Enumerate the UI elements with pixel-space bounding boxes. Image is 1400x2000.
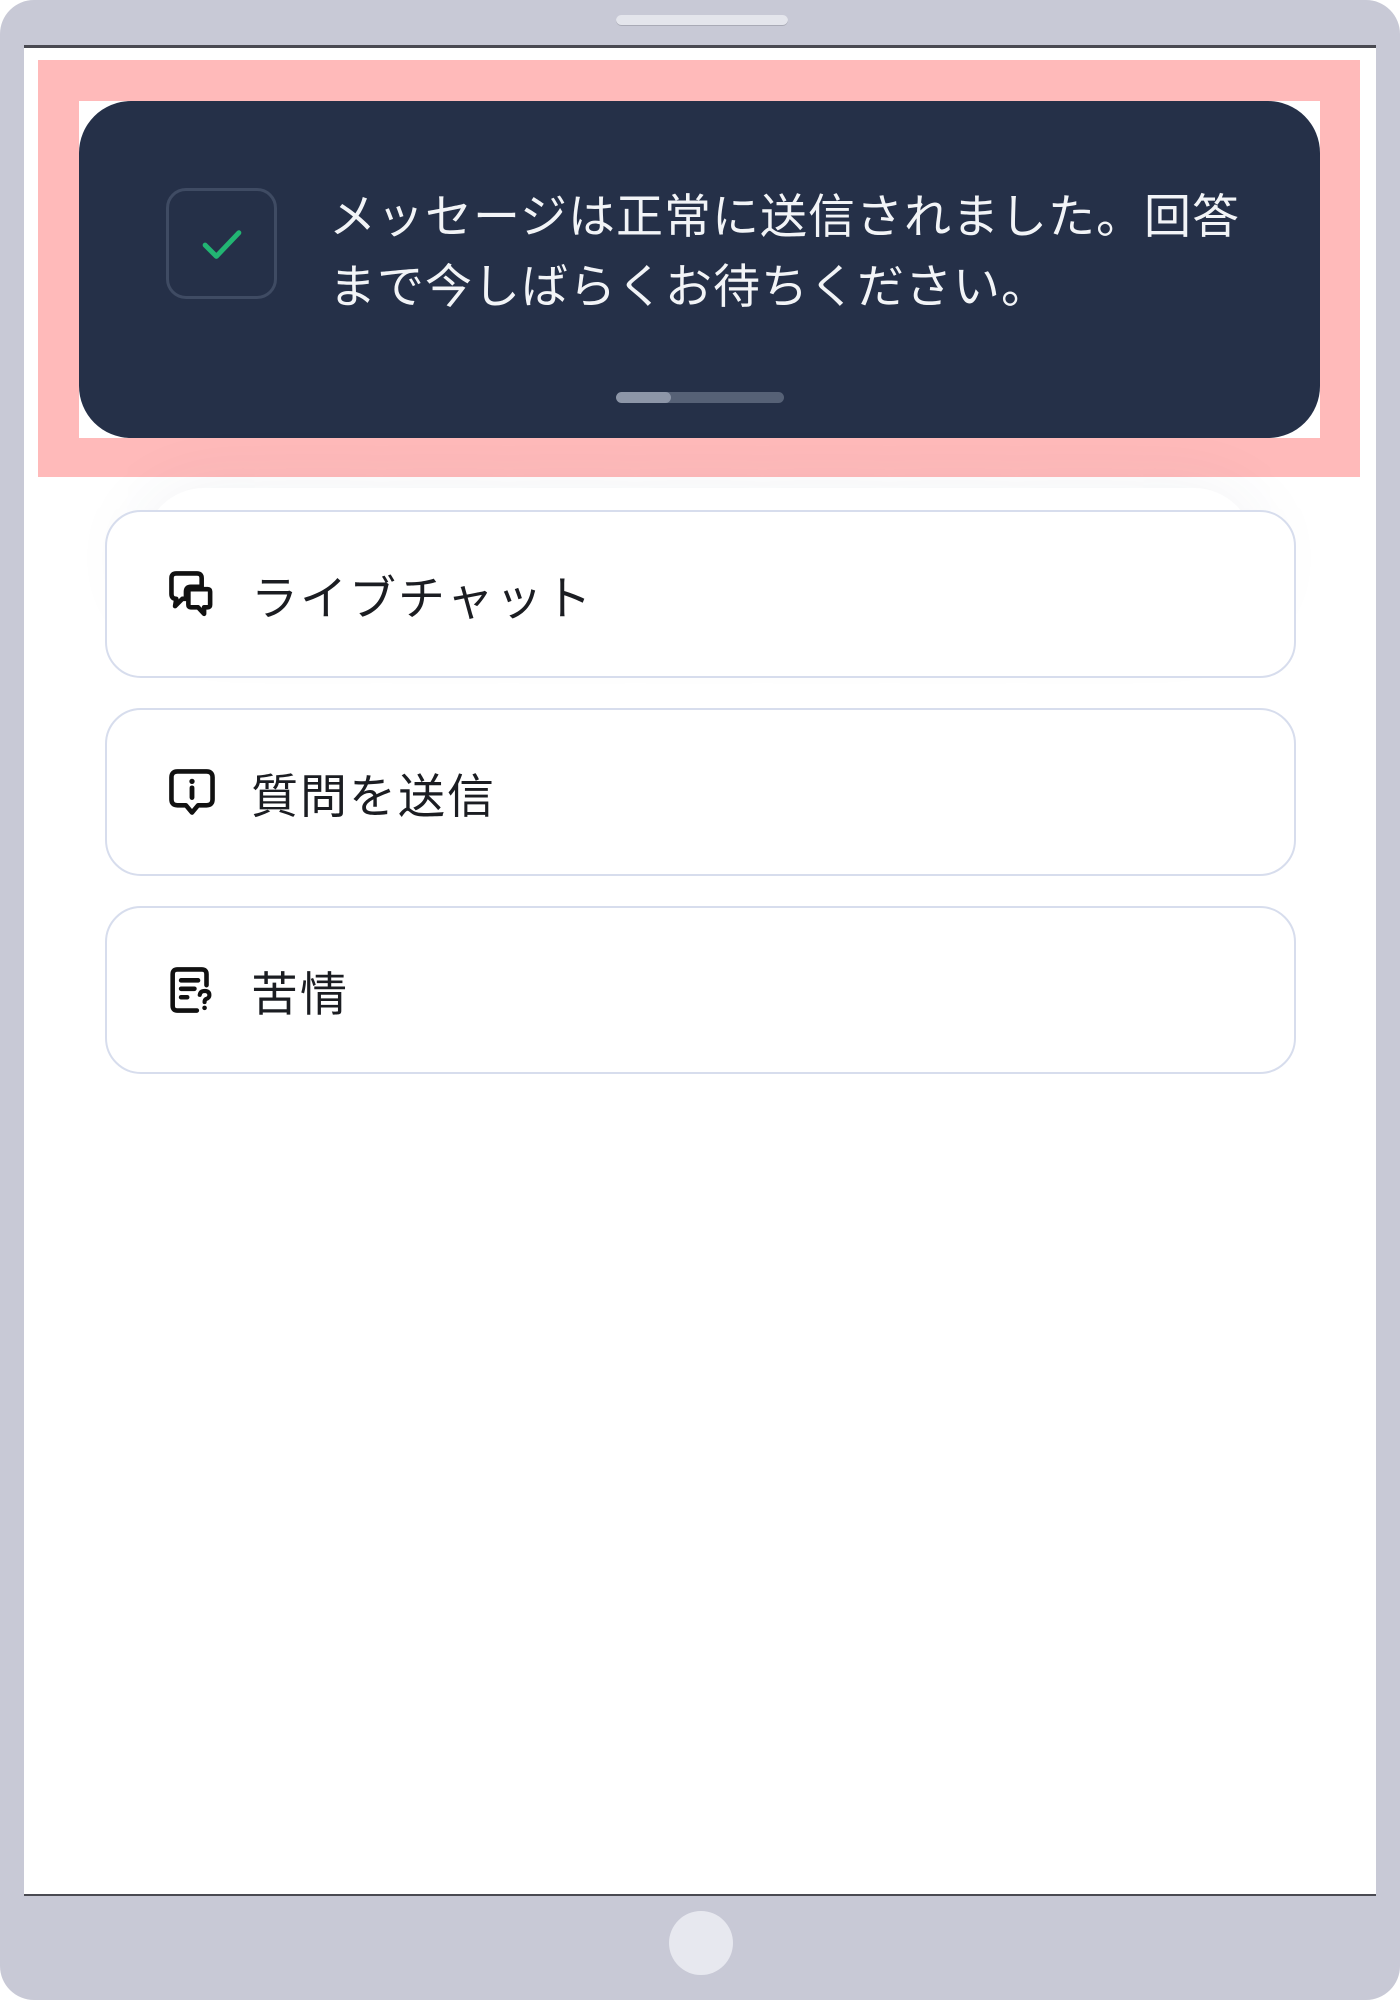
toast-highlight: メッセージは正常に送信されました。回答まで今しばらくお待ちください。 <box>38 60 1360 477</box>
toast-status-icon-box <box>166 188 277 299</box>
info-bubble-icon <box>163 763 221 821</box>
document-question-icon <box>163 961 221 1019</box>
toast-progress-bar <box>616 392 784 403</box>
menu-item-send-question[interactable]: 質問を送信 <box>105 708 1296 876</box>
menu-item-live-chat[interactable]: ライブチャット <box>105 510 1296 678</box>
chat-bubbles-icon <box>163 565 221 623</box>
check-icon <box>202 229 241 259</box>
menu-item-label: ライブチャット <box>251 571 594 627</box>
screen: メッセージは正常に送信されました。回答まで今しばらくお待ちください。 ライブチャ… <box>24 45 1376 1896</box>
toast-message: メッセージは正常に送信されました。回答まで今しばらくお待ちください。 <box>329 190 1241 315</box>
toast-progress-fill <box>616 392 671 403</box>
support-menu: ライブチャット 質問を送信 苦情 <box>105 510 1296 1104</box>
menu-item-label: 質問を送信 <box>251 769 496 825</box>
menu-item-label: 苦情 <box>251 967 349 1023</box>
home-button[interactable] <box>669 1911 733 1975</box>
menu-item-complaint[interactable]: 苦情 <box>105 906 1296 1074</box>
success-toast[interactable]: メッセージは正常に送信されました。回答まで今しばらくお待ちください。 <box>79 101 1320 438</box>
tablet-frame: メッセージは正常に送信されました。回答まで今しばらくお待ちください。 ライブチャ… <box>0 0 1400 2000</box>
toast-container: メッセージは正常に送信されました。回答まで今しばらくお待ちください。 <box>79 101 1320 438</box>
speaker-notch <box>616 15 788 26</box>
